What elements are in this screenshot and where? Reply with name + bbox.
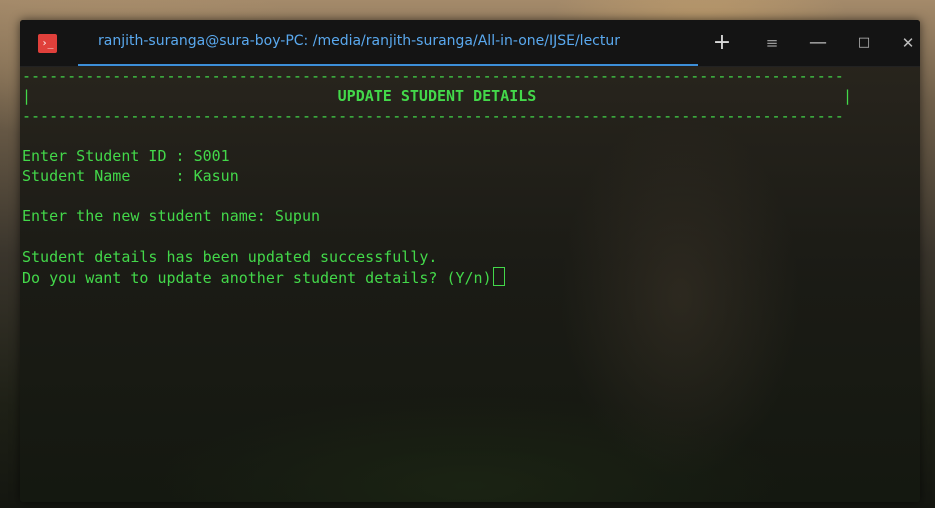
tab-terminal-session[interactable]: ranjith-suranga@sura-boy-PC: /media/ranj… xyxy=(78,20,698,66)
maximize-icon[interactable]: □ xyxy=(852,31,876,55)
terminal-window[interactable]: ›_ ranjith-suranga@sura-boy-PC: /media/r… xyxy=(20,20,920,502)
separator-bottom: ----------------------------------------… xyxy=(22,107,844,125)
desktop-wallpaper: ›_ ranjith-suranga@sura-boy-PC: /media/r… xyxy=(0,0,935,508)
heading-row: | UPDATE STUDENT DETAILS | xyxy=(22,86,852,106)
tab-title: ranjith-suranga@sura-boy-PC: /media/ranj… xyxy=(98,33,620,49)
title-bar[interactable]: ›_ ranjith-suranga@sura-boy-PC: /media/r… xyxy=(20,20,920,67)
new-tab-icon[interactable]: + xyxy=(710,31,734,55)
terminal-app-icon: ›_ xyxy=(38,34,57,53)
success-message-line: Student details has been updated success… xyxy=(22,248,438,266)
page-title: UPDATE STUDENT DETAILS xyxy=(337,87,537,105)
prompt-text: Do you want to update another student de… xyxy=(22,269,492,287)
new-name-line: Enter the new student name: Supun xyxy=(22,207,321,225)
student-id-line: Enter Student ID : S001 xyxy=(22,147,230,165)
separator-top: ----------------------------------------… xyxy=(22,67,844,85)
prompt-line: Do you want to update another student de… xyxy=(22,267,505,288)
menu-icon[interactable]: ≡ xyxy=(760,31,784,55)
heading-right-bar: | xyxy=(842,87,852,105)
close-icon[interactable]: ✕ xyxy=(896,31,920,55)
cursor-block[interactable] xyxy=(492,267,505,286)
terminal-output[interactable]: ----------------------------------------… xyxy=(22,67,902,492)
minimize-icon[interactable]: — xyxy=(806,31,830,55)
student-name-line: Student Name : Kasun xyxy=(22,167,239,185)
